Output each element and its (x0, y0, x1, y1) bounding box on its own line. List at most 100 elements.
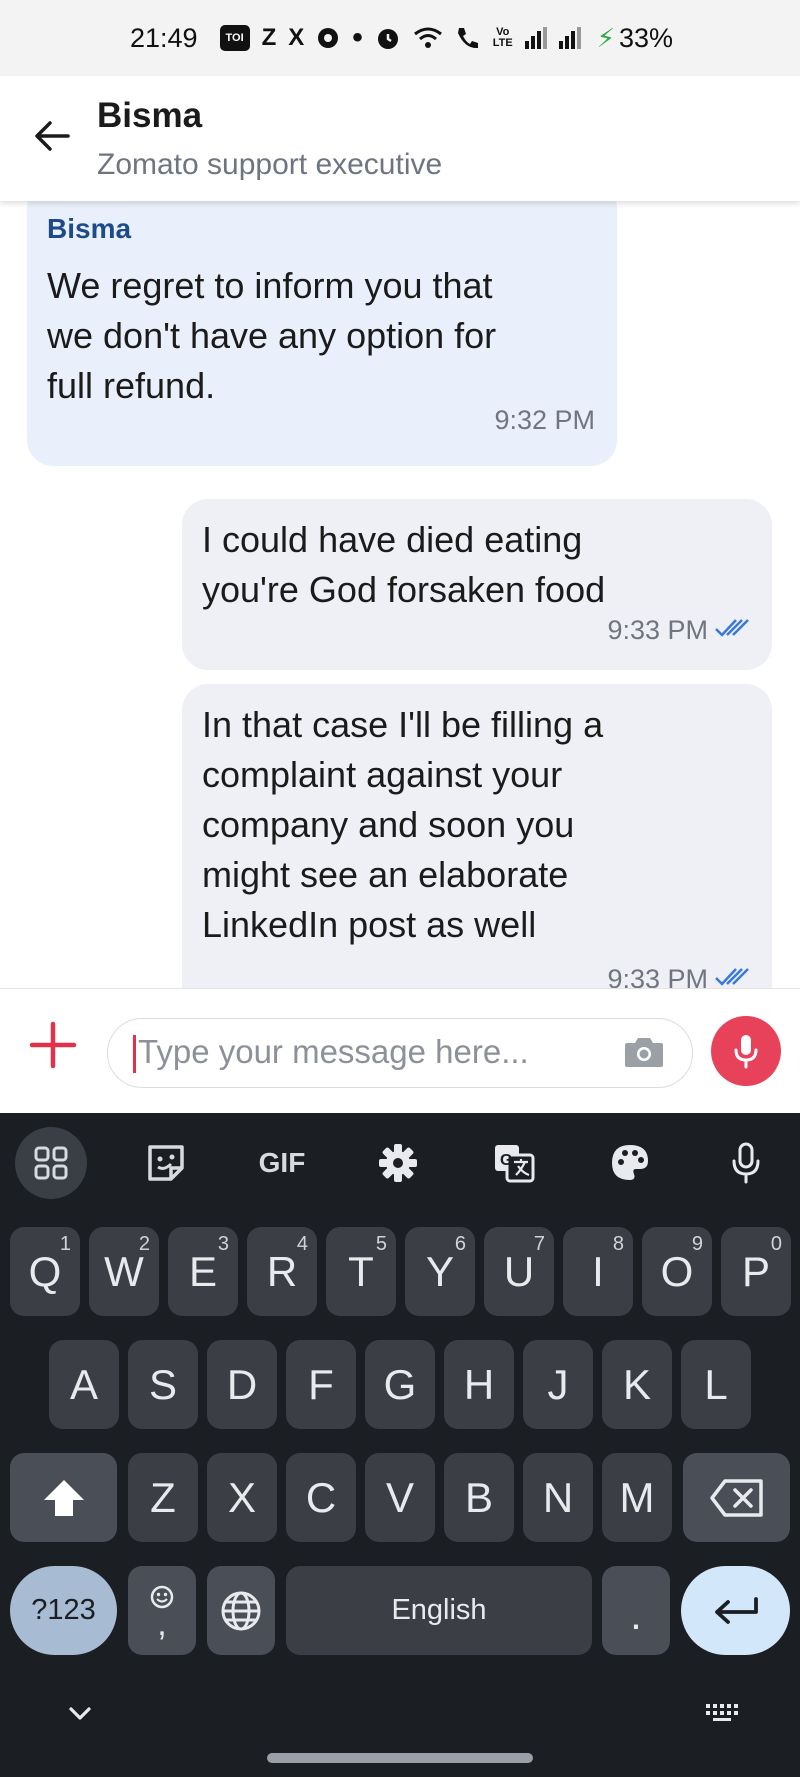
message-time: 9:33 PM (607, 964, 708, 988)
translate-button[interactable]: G (478, 1127, 550, 1199)
translate-icon: G (495, 1145, 535, 1183)
plus-icon (29, 1021, 77, 1069)
signal-icon (558, 27, 583, 49)
key-number-hint: 5 (375, 1233, 387, 1255)
language-key[interactable] (207, 1566, 275, 1655)
volte-bottom-label: LTE (492, 37, 513, 49)
status-bar: 21:49 TOI Z X • Vo LTE ⚡ 33% (0, 0, 800, 76)
key-number-hint: 4 (296, 1233, 308, 1255)
message-list[interactable]: Bisma We regret to inform you that we do… (0, 201, 800, 988)
shift-key[interactable] (10, 1453, 117, 1542)
backspace-key[interactable] (683, 1453, 790, 1542)
key-u[interactable]: U7 (484, 1227, 554, 1316)
wifi-icon (413, 26, 443, 50)
message-line: company and soon you (202, 804, 575, 845)
key-x[interactable]: X (207, 1453, 277, 1542)
voice-message-button[interactable] (711, 1016, 781, 1086)
key-n[interactable]: N (523, 1453, 593, 1542)
key-w[interactable]: W2 (89, 1227, 159, 1316)
camera-icon (625, 1038, 663, 1067)
message-composer (0, 988, 800, 1113)
sticker-button[interactable] (130, 1127, 202, 1199)
sticker-icon (148, 1145, 184, 1181)
key-j[interactable]: J (523, 1340, 593, 1429)
key-m[interactable]: M (602, 1453, 672, 1542)
key-label: P (741, 1247, 770, 1295)
shift-arrow-icon (43, 1479, 84, 1516)
key-number-hint: 1 (59, 1233, 71, 1255)
apps-grid-button[interactable] (15, 1127, 87, 1199)
settings-button[interactable] (362, 1127, 434, 1199)
key-label: I (592, 1247, 604, 1295)
dot-icon: • (352, 21, 363, 54)
signal-icon (524, 27, 549, 49)
keyboard: GIF G Q1 W2 E3 R4 T5 Y6 U7 I8 O9 P0 A S … (0, 1113, 800, 1777)
key-t[interactable]: T5 (326, 1227, 396, 1316)
charging-bolt-icon: ⚡ (596, 22, 616, 53)
double-check-icon (714, 964, 750, 988)
chevron-down-icon (69, 1707, 91, 1720)
arrow-left-icon (35, 121, 70, 151)
key-k[interactable]: K (602, 1340, 672, 1429)
switch-keyboard-button[interactable] (702, 1695, 742, 1731)
outgoing-message[interactable]: I could have died eating you're God fors… (182, 499, 772, 670)
message-line: might see an elaborate (202, 854, 569, 895)
key-v[interactable]: V (365, 1453, 435, 1542)
key-g[interactable]: G (365, 1340, 435, 1429)
key-l[interactable]: L (681, 1340, 751, 1429)
key-d[interactable]: D (207, 1340, 277, 1429)
key-label: R (266, 1247, 298, 1295)
battery-percent: 33% (619, 22, 674, 53)
camera-button[interactable] (623, 1033, 665, 1071)
toi-app-icon: TOI (219, 25, 250, 51)
message-line: LinkedIn post as well (202, 904, 537, 945)
message-text: In that case I'll be filling a complaint… (202, 700, 603, 950)
key-y[interactable]: Y6 (405, 1227, 475, 1316)
alarm-icon (375, 25, 401, 51)
message-line: We regret to inform you that (47, 265, 493, 306)
key-e[interactable]: E3 (168, 1227, 238, 1316)
period-key[interactable]: . (602, 1566, 670, 1655)
emoji-comma-key[interactable]: , (128, 1566, 196, 1655)
back-button[interactable] (30, 114, 74, 158)
svg-text:G: G (500, 1152, 512, 1169)
keyboard-toolbar: GIF G (0, 1113, 800, 1213)
key-f[interactable]: F (286, 1340, 356, 1429)
key-number-hint: 3 (217, 1233, 229, 1255)
key-b[interactable]: B (444, 1453, 514, 1542)
key-o[interactable]: O9 (642, 1227, 712, 1316)
key-i[interactable]: I8 (563, 1227, 633, 1316)
key-a[interactable]: A (49, 1340, 119, 1429)
key-z[interactable]: Z (128, 1453, 198, 1542)
incoming-message[interactable]: Bisma We regret to inform you that we do… (27, 201, 617, 466)
enter-key[interactable] (681, 1566, 790, 1655)
volte-icon: Vo LTE (493, 27, 513, 49)
voice-input-button[interactable] (710, 1127, 782, 1199)
theme-button[interactable] (594, 1127, 666, 1199)
chat-header: Bisma Zomato support executive (0, 76, 800, 201)
key-p[interactable]: P0 (721, 1227, 791, 1316)
key-s[interactable]: S (128, 1340, 198, 1429)
space-key[interactable]: English (286, 1566, 592, 1655)
home-indicator[interactable] (267, 1753, 533, 1763)
screen: { "status_bar": { "time": "21:49", "toi_… (0, 0, 800, 1777)
symbols-key[interactable]: ?123 (10, 1566, 117, 1655)
double-check-icon (714, 615, 750, 646)
message-input-box[interactable] (107, 1018, 693, 1088)
keyboard-icon (706, 1704, 738, 1721)
key-r[interactable]: R4 (247, 1227, 317, 1316)
key-number-hint: 8 (612, 1233, 624, 1255)
apps-grid-icon (34, 1146, 68, 1180)
outgoing-message[interactable]: In that case I'll be filling a complaint… (182, 684, 772, 988)
message-line: we don't have any option for (47, 315, 497, 356)
key-q[interactable]: Q1 (10, 1227, 80, 1316)
hide-keyboard-button[interactable] (62, 1695, 98, 1731)
globe-icon (221, 1591, 261, 1630)
message-input[interactable] (138, 1019, 618, 1085)
attach-button[interactable] (28, 1020, 78, 1070)
message-line: complaint against your (202, 754, 563, 795)
microphone-icon (734, 1035, 758, 1069)
gif-button[interactable]: GIF (246, 1127, 318, 1199)
key-c[interactable]: C (286, 1453, 356, 1542)
key-h[interactable]: H (444, 1340, 514, 1429)
